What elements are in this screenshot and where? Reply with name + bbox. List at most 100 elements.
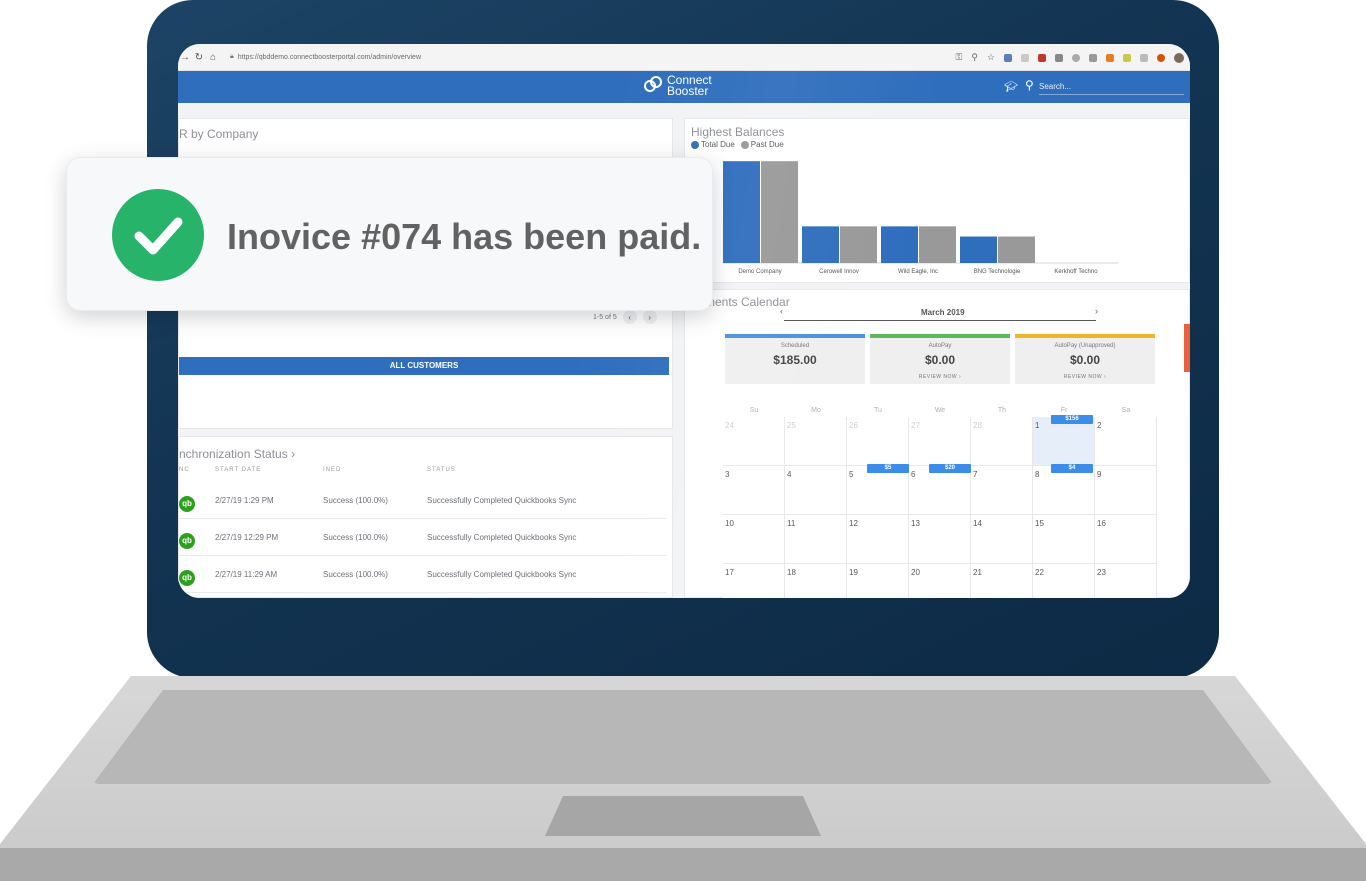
calendar-day[interactable]: 8: [1033, 466, 1095, 515]
app-header: Connect Booster 🎓︎ ⚲: [178, 71, 1190, 103]
calendar-day[interactable]: 4: [785, 466, 847, 515]
bar-total-due[interactable]: [723, 161, 760, 263]
graduation-cap-icon[interactable]: 🎓︎: [1004, 80, 1018, 93]
weekday-label: We: [934, 407, 946, 414]
home-icon[interactable]: ⌂: [206, 52, 220, 63]
sync-result: Success (100.0%): [323, 496, 388, 505]
weekday-label: Th: [997, 407, 1007, 414]
calendar-day[interactable]: 5: [847, 466, 909, 515]
calendar-day[interactable]: 3: [723, 466, 785, 515]
day-number: 16: [1097, 519, 1106, 528]
calendar-day[interactable]: 19: [847, 564, 909, 598]
payment-event-badge[interactable]: $156: [1051, 415, 1093, 424]
calendar-day[interactable]: 28: [971, 417, 1033, 466]
extension-icon[interactable]: [1140, 53, 1148, 62]
bar-past-due[interactable]: [761, 161, 798, 263]
legend-item-total-due[interactable]: Total Due: [691, 140, 735, 149]
day-number: 19: [849, 568, 858, 577]
bar-past-due[interactable]: [998, 236, 1035, 263]
extension-icon[interactable]: [1123, 53, 1131, 62]
calendar-day[interactable]: 15: [1033, 515, 1095, 564]
calendar-day[interactable]: 24: [723, 417, 785, 466]
extension-icon[interactable]: [1072, 53, 1080, 62]
calendar-day[interactable]: 23: [1095, 564, 1157, 598]
calendar-day[interactable]: 26: [847, 417, 909, 466]
pdf-extension-icon[interactable]: [1038, 53, 1046, 62]
reload-icon[interactable]: ↻: [192, 52, 206, 63]
calendar-summary-card[interactable]: Scheduled $185.00: [725, 334, 865, 384]
weekday-label: Fr: [1060, 407, 1068, 414]
payment-event-badge[interactable]: $4: [1051, 464, 1093, 473]
extension-icon[interactable]: [1055, 53, 1063, 62]
calendar-day[interactable]: 27: [909, 417, 971, 466]
sync-row: qb 2/27/19 12:29 PM Success (100.0%) Succes…: [179, 519, 666, 556]
payment-event-badge[interactable]: $5: [867, 464, 909, 473]
calendar-day[interactable]: 6: [909, 466, 971, 515]
day-number: 6: [911, 470, 916, 479]
day-number: 22: [1035, 568, 1044, 577]
legend-item-past-due[interactable]: Past Due: [740, 140, 784, 149]
next-page-icon[interactable]: ›: [642, 310, 657, 324]
pagination: 1-5 of 5 ‹ ›: [593, 310, 657, 324]
bar-past-due[interactable]: [919, 226, 956, 263]
calendar-summary-card[interactable]: AutoPay (Unapproved) $0.00 REVIEW NOW ›: [1015, 334, 1155, 384]
bar-total-due[interactable]: [960, 236, 997, 263]
prev-page-icon[interactable]: ‹: [622, 310, 637, 324]
next-month-icon[interactable]: ›: [1095, 306, 1098, 316]
calendar-day[interactable]: 18: [785, 564, 847, 598]
review-now-link[interactable]: REVIEW NOW ›: [1015, 374, 1155, 380]
calendar-day[interactable]: 11: [785, 515, 847, 564]
calendar-day[interactable]: 1: [1033, 417, 1095, 466]
extensions-bar: ⚿ ⚲ ☆: [955, 44, 1190, 71]
calendar-day[interactable]: 25: [785, 417, 847, 466]
calendar-day[interactable]: 9: [1095, 466, 1157, 515]
extension-icon[interactable]: [1106, 53, 1114, 62]
sync-row: qb 2/27/19 11:29 AM Success (100.0%) Succes…: [179, 556, 666, 593]
extension-icon[interactable]: [1157, 53, 1165, 62]
review-now-link[interactable]: REVIEW NOW ›: [870, 374, 1010, 380]
sync-panel-title[interactable]: nchronization Status ›: [179, 447, 295, 461]
calendar-day[interactable]: 21: [971, 564, 1033, 598]
lock-icon: 🔒︎: [230, 53, 234, 60]
pagination-label: 1-5 of 5: [593, 313, 617, 321]
connectbooster-logo[interactable]: Connect Booster: [642, 74, 712, 97]
search-icon[interactable]: ⚲: [1025, 78, 1034, 92]
day-number: 24: [725, 421, 734, 430]
laptop-base-front: [0, 848, 1366, 881]
payment-event-badge[interactable]: $20: [929, 464, 971, 473]
sync-date: 2/27/19 11:29 AM: [215, 570, 278, 579]
extension-icon[interactable]: [1004, 53, 1012, 62]
day-number: 21: [973, 568, 982, 577]
card-amount: $0.00: [1069, 353, 1101, 367]
bar-total-due[interactable]: [881, 226, 918, 263]
search-input[interactable]: [1039, 79, 1184, 95]
calendar-summary-card[interactable]: AutoPay $0.00 REVIEW NOW ›: [870, 334, 1010, 384]
calendar-month: March 2019: [921, 308, 965, 317]
calendar-day[interactable]: 13: [909, 515, 971, 564]
calendar-day[interactable]: 22: [1033, 564, 1095, 598]
calendar-day[interactable]: 2: [1095, 417, 1157, 466]
calendar-day[interactable]: 14: [971, 515, 1033, 564]
bar-total-due[interactable]: [802, 226, 839, 263]
calendar-day[interactable]: 10: [723, 515, 785, 564]
profile-avatar[interactable]: [1174, 52, 1184, 63]
prev-month-icon[interactable]: ‹: [780, 306, 783, 316]
bar-past-due[interactable]: [840, 226, 877, 263]
calendar-day[interactable]: 17: [723, 564, 785, 598]
day-number: 12: [849, 519, 858, 528]
extension-icon[interactable]: [1021, 53, 1029, 62]
feedback-tab[interactable]: [1184, 324, 1190, 372]
address-bar[interactable]: https://qbddemo.connectboosterportal.com…: [238, 54, 421, 61]
extension-icon[interactable]: [1089, 53, 1097, 62]
all-customers-button[interactable]: ALL CUSTOMERS: [179, 357, 669, 375]
x-tick-label: Kerkhoff Techno: [1054, 269, 1098, 275]
calendar-day[interactable]: 7: [971, 466, 1033, 515]
key-icon[interactable]: ⚿: [955, 52, 962, 63]
sync-result: Success (100.0%): [323, 570, 388, 579]
calendar-day[interactable]: 20: [909, 564, 971, 598]
star-icon[interactable]: ☆: [987, 52, 995, 63]
zoom-icon[interactable]: ⚲: [971, 52, 978, 63]
calendar-day[interactable]: 16: [1095, 515, 1157, 564]
forward-icon[interactable]: →: [178, 52, 192, 63]
calendar-day[interactable]: 12: [847, 515, 909, 564]
